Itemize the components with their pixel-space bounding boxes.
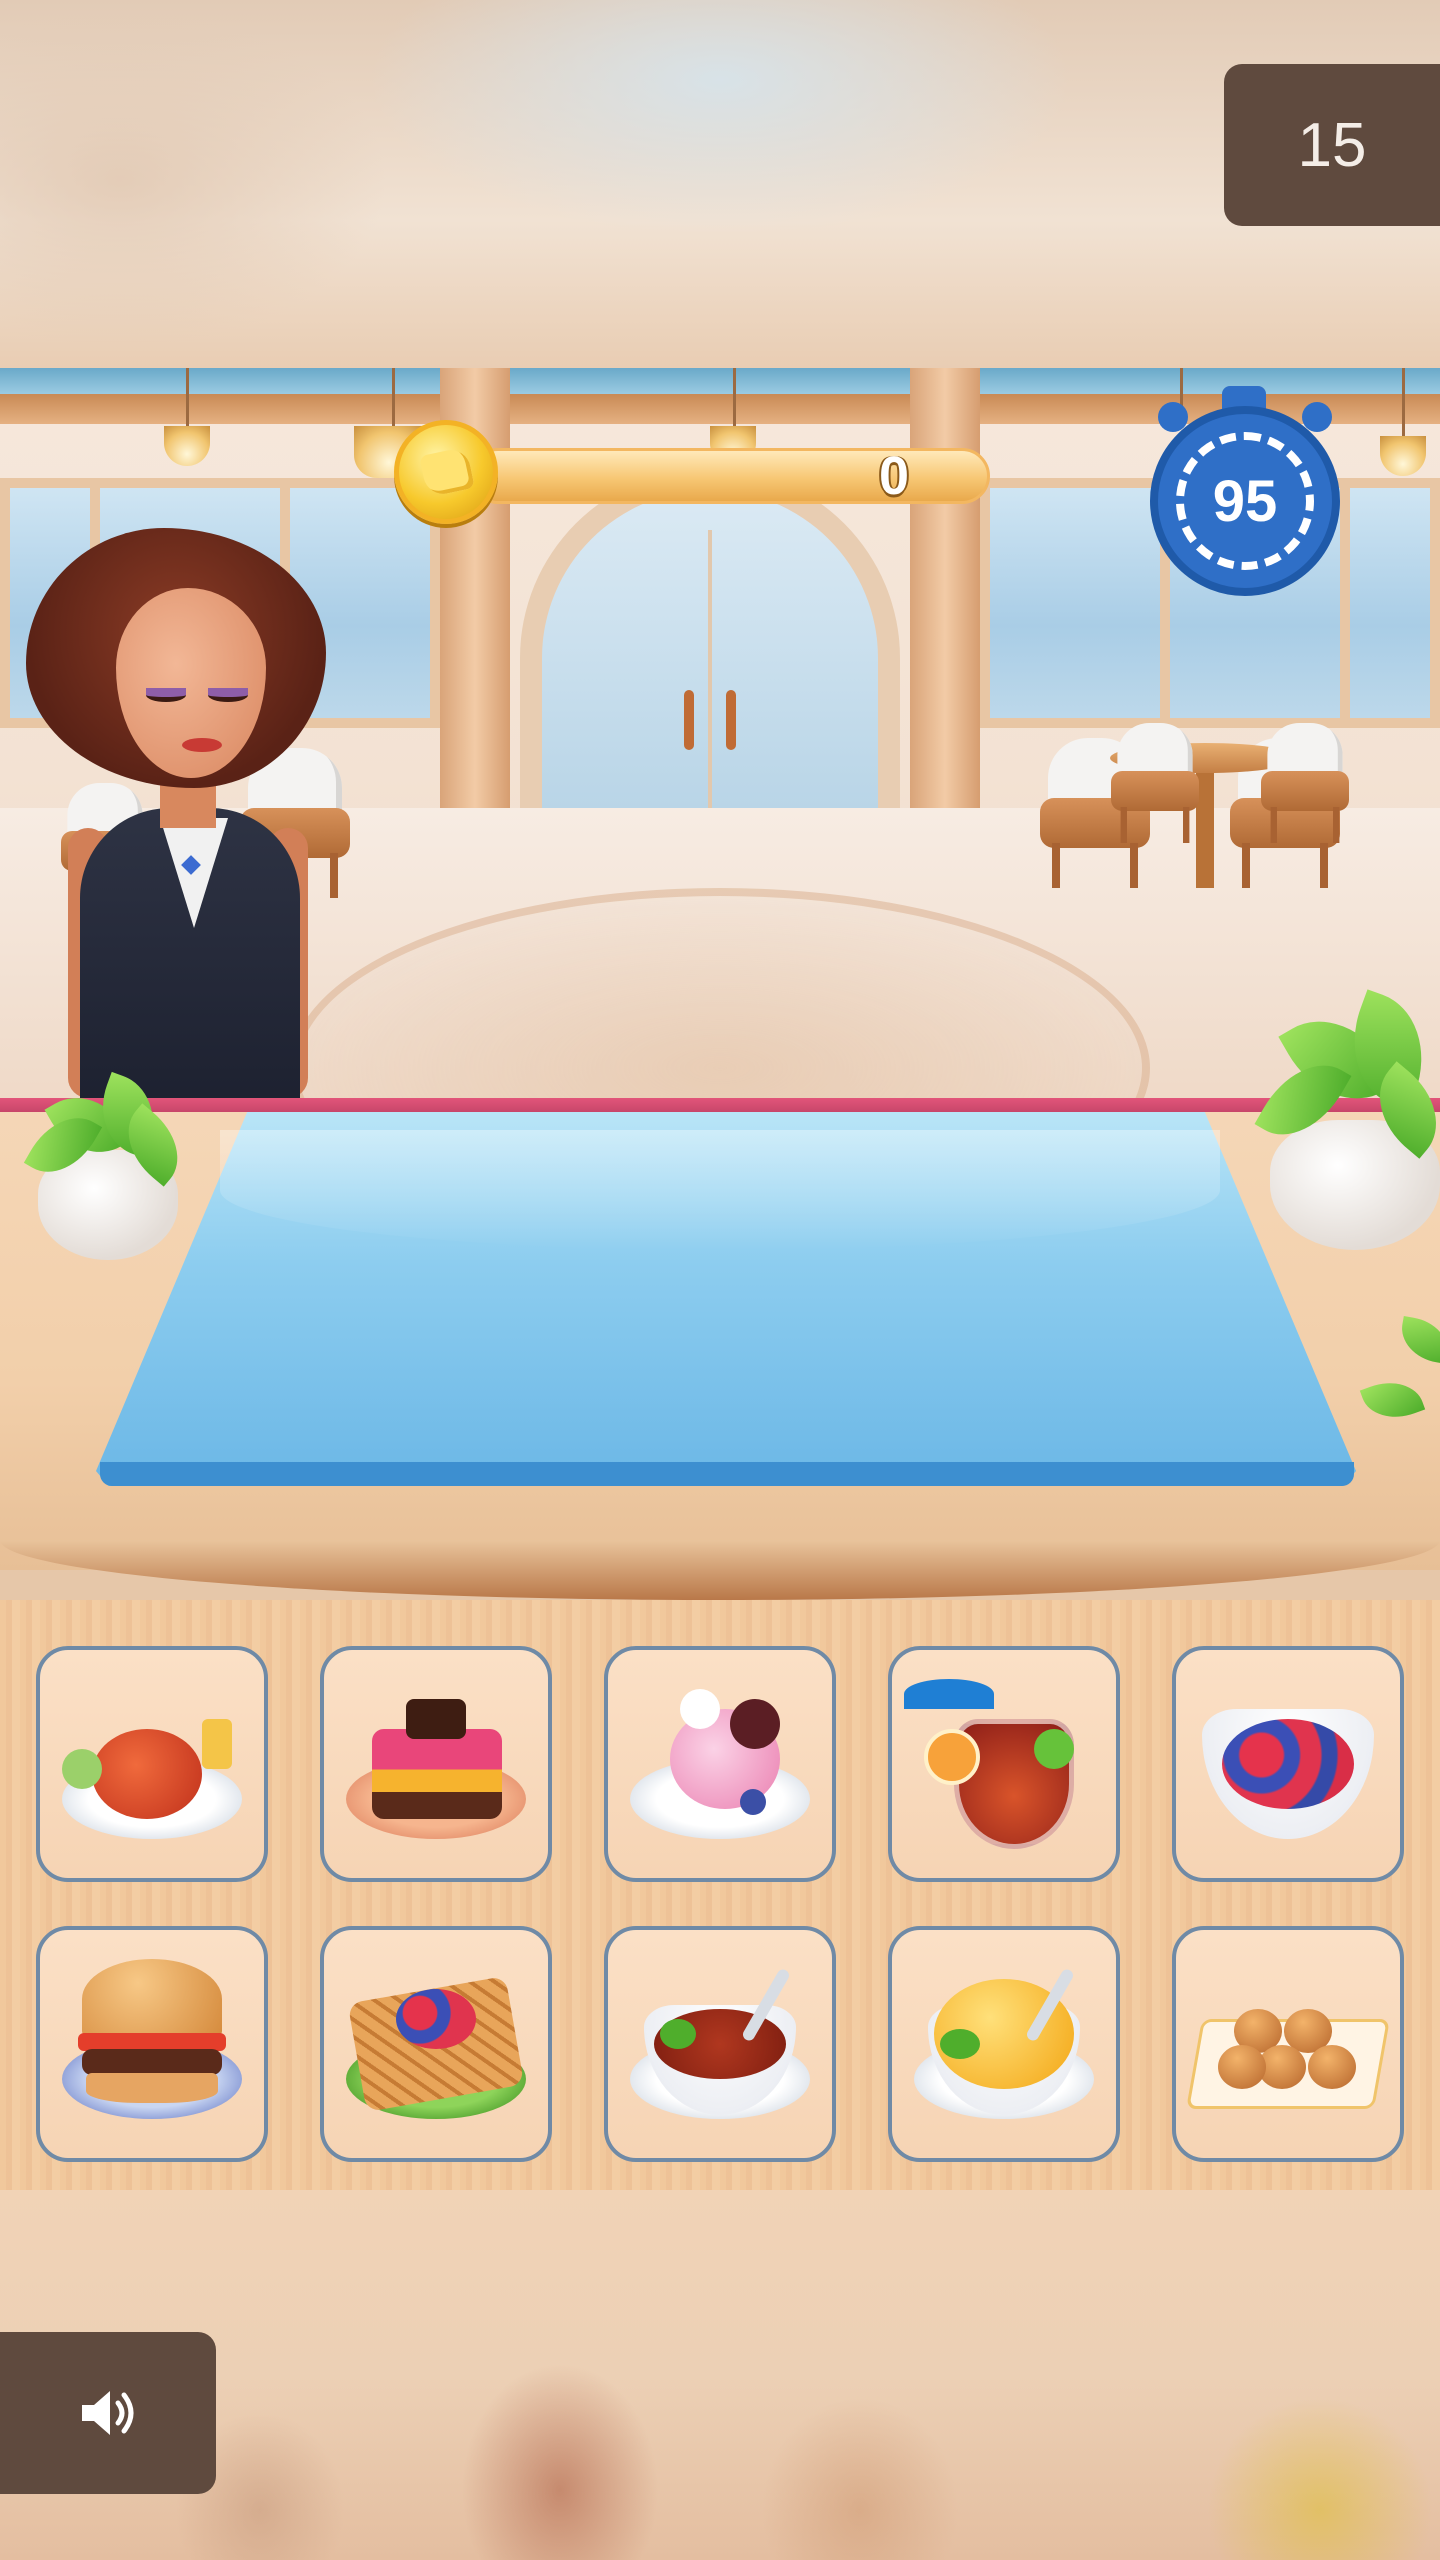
entrance-door (520, 468, 900, 810)
ice-cream-icon (620, 1669, 820, 1859)
leaf-decoration (1359, 1310, 1440, 1430)
potted-plant (1254, 989, 1440, 1250)
speaker-icon (82, 2391, 134, 2435)
soup-icon (620, 1949, 820, 2139)
fruit-punch-icon (904, 1669, 1104, 1859)
food-tile-berry-bowl[interactable] (1172, 1646, 1404, 1882)
stopwatch-ear (1302, 402, 1332, 432)
moves-counter: 15 (1224, 64, 1440, 226)
chair (1111, 723, 1199, 843)
pudding-icon (904, 1949, 1104, 2139)
food-tile-ice-cream-sundae[interactable] (604, 1646, 836, 1882)
timer-value: 95 (1212, 468, 1278, 534)
lobster-platter-icon (52, 1669, 252, 1859)
food-tile-chocolate-cake-slice[interactable] (320, 1646, 552, 1882)
coin-count: 0 (878, 446, 909, 506)
food-tile-berry-waffle[interactable] (320, 1926, 552, 2162)
chair (1261, 723, 1349, 843)
tray-edge (100, 1462, 1354, 1486)
counter-lip (0, 1540, 1440, 1600)
tray-shine (220, 1130, 1220, 1250)
food-tile-tomato-soup[interactable] (604, 1926, 836, 2162)
coin-icon (394, 420, 498, 524)
burger-icon (52, 1949, 252, 2139)
potted-plant (23, 1070, 196, 1260)
stopwatch-icon: 95 (1150, 406, 1340, 596)
sound-toggle-button[interactable] (0, 2332, 216, 2494)
food-tile-burger[interactable] (36, 1926, 268, 2162)
berry-bowl-icon (1188, 1669, 1388, 1859)
food-tile-glazed-buns[interactable] (1172, 1926, 1404, 2162)
moves-counter-value: 15 (1297, 110, 1367, 180)
food-tile-lobster-platter[interactable] (36, 1646, 268, 1882)
food-tile-mango-pudding[interactable] (888, 1926, 1120, 2162)
cake-slice-icon (336, 1669, 536, 1859)
bottom-blurred-background (0, 2190, 1440, 2560)
pendant-lamp (1380, 436, 1426, 476)
hostess-character (20, 528, 340, 1108)
pendant-lamp (164, 426, 210, 466)
waffle-icon (336, 1949, 536, 2139)
coin-bar: 0 (470, 446, 990, 506)
food-tile-fruit-punch-drink[interactable] (888, 1646, 1120, 1882)
counter-edge (0, 1098, 1440, 1112)
pillar-right (910, 368, 980, 838)
glazed-buns-icon (1186, 1949, 1390, 2139)
